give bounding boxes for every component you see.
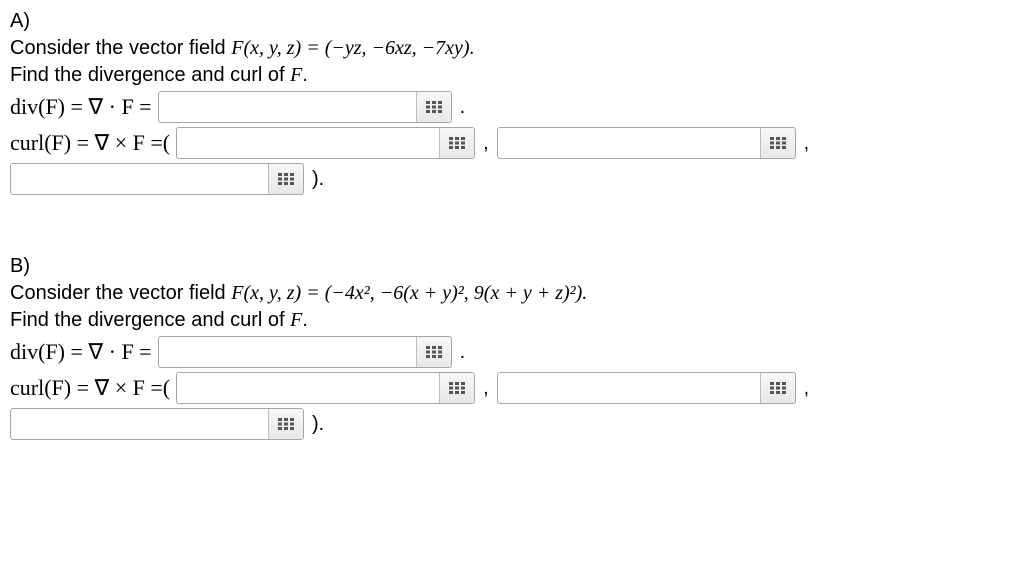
part-b-label: B) [10,255,1014,278]
part-b-div-label: div(F) = ∇ · F = [10,339,152,365]
keypad-icon[interactable] [760,128,795,158]
keypad-icon[interactable] [439,128,474,158]
part-b-div-input-box [158,336,452,368]
part-a-curl-closing: ). [310,168,326,191]
part-a-instruction-period: . [302,64,308,86]
part-b-curl-input2-box [497,372,796,404]
part-a-curl-input2[interactable] [498,128,760,158]
part-b-curl-line2: ). [10,408,1014,440]
part-b-curl-input3-box [10,408,304,440]
part-a-curl-input3[interactable] [11,164,268,194]
keypad-icon[interactable] [439,373,474,403]
part-b-curl-input1[interactable] [177,373,439,403]
part-a-div-period: . [458,96,468,119]
keypad-icon[interactable] [760,373,795,403]
part-a: A) Consider the vector field F(x, y, z) … [10,10,1014,195]
part-a-consider-line: Consider the vector field F(x, y, z) = (… [10,37,1014,60]
part-b-instruction-period: . [302,309,308,331]
part-b-vector-field: F(x, y, z) = (−4x², −6(x + y)², 9(x + y … [231,282,587,304]
keypad-icon[interactable] [268,409,303,439]
part-b-consider-text: Consider the vector field [10,282,231,304]
part-a-label: A) [10,10,1014,33]
part-a-div-label: div(F) = ∇ · F = [10,94,152,120]
part-b: B) Consider the vector field F(x, y, z) … [10,255,1014,440]
part-a-div-input-box [158,91,452,123]
part-a-instruction-line: Find the divergence and curl of F. [10,64,1014,87]
part-b-curl-closing: ). [310,413,326,436]
part-b-instruction-line: Find the divergence and curl of F. [10,309,1014,332]
part-a-vector-field: F(x, y, z) = (−yz, −6xz, −7xy). [231,37,474,59]
part-a-curl-input3-box [10,163,304,195]
part-b-consider-line: Consider the vector field F(x, y, z) = (… [10,282,1014,305]
part-b-div-period: . [458,341,468,364]
part-b-curl-comma2: , [802,377,812,400]
keypad-icon[interactable] [268,164,303,194]
part-a-curl-line2: ). [10,163,1014,195]
keypad-icon[interactable] [416,92,451,122]
part-b-curl-input2[interactable] [498,373,760,403]
part-b-curl-label: curl(F) = ∇ × F =( [10,375,170,401]
part-a-F: F [290,64,302,86]
part-b-curl-input3[interactable] [11,409,268,439]
part-a-curl-input1-box [176,127,475,159]
part-a-curl-comma2: , [802,132,812,155]
part-a-div-input[interactable] [159,92,416,122]
part-a-div-line: div(F) = ∇ · F = . [10,91,1014,123]
part-a-curl-input2-box [497,127,796,159]
part-a-curl-input1[interactable] [177,128,439,158]
part-b-curl-comma1: , [481,377,491,400]
part-a-consider-text: Consider the vector field [10,37,231,59]
part-b-F: F [290,309,302,331]
part-a-curl-label: curl(F) = ∇ × F =( [10,130,170,156]
keypad-icon[interactable] [416,337,451,367]
part-b-curl-line: curl(F) = ∇ × F =( , , [10,372,1014,404]
part-b-instruction: Find the divergence and curl of [10,309,290,331]
part-b-curl-input1-box [176,372,475,404]
part-a-instruction: Find the divergence and curl of [10,64,290,86]
part-b-div-input[interactable] [159,337,416,367]
part-a-curl-comma1: , [481,132,491,155]
part-a-curl-line: curl(F) = ∇ × F =( , , [10,127,1014,159]
part-b-div-line: div(F) = ∇ · F = . [10,336,1014,368]
